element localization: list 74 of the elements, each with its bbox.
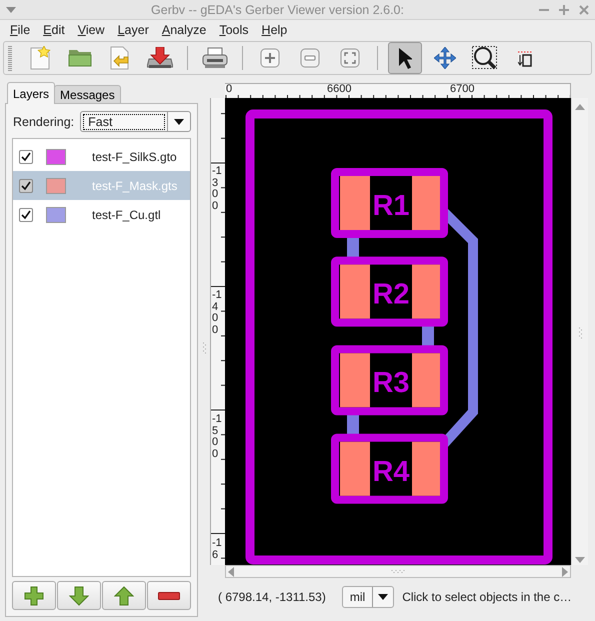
- component-label: R3: [372, 367, 410, 400]
- maximize-icon[interactable]: [559, 4, 569, 14]
- magnifier-icon: [472, 46, 498, 70]
- pointer-icon: [398, 47, 412, 69]
- menu-item[interactable]: View: [72, 23, 112, 37]
- scroll-right-icon[interactable]: [562, 566, 568, 576]
- revert-icon: [109, 46, 131, 70]
- visibility-checkbox[interactable]: [19, 208, 33, 222]
- horizontal-scrollbar[interactable]: [225, 565, 571, 578]
- ruler-label: -1500: [212, 414, 223, 460]
- layer-name: test-F_SilkS.gto: [92, 150, 177, 164]
- toolbar-grip[interactable]: [8, 45, 12, 71]
- tab[interactable]: Layers: [7, 82, 56, 104]
- measure-icon: [518, 49, 532, 67]
- up-arrow-icon: [114, 586, 134, 606]
- layer-name: test-F_Cu.gtl: [92, 208, 161, 222]
- vertical-scrollbar[interactable]: [571, 98, 588, 565]
- add-layer-button[interactable]: [12, 581, 56, 610]
- pane-handle-icon[interactable]: [202, 342, 206, 354]
- scroll-grip-icon: [391, 569, 405, 574]
- dropdown-arrow-icon: [174, 118, 184, 124]
- window-menu-icon[interactable]: [6, 6, 16, 12]
- scroll-down-icon[interactable]: [575, 557, 585, 563]
- window-title: Gerbv -- gEDA's Gerber Viewer version 2.6.0:: [150, 2, 405, 16]
- ruler-label: -1300: [212, 166, 223, 212]
- folder-icon: [68, 49, 92, 67]
- menu-item[interactable]: File: [4, 23, 38, 37]
- layer-row[interactable]: test-F_SilkS.gto: [13, 142, 190, 171]
- color-swatch[interactable]: [46, 148, 66, 164]
- visibility-checkbox[interactable]: [19, 178, 33, 192]
- close-icon[interactable]: [579, 4, 589, 14]
- color-swatch[interactable]: [46, 206, 66, 222]
- ruler-label: 6700: [449, 84, 476, 95]
- menu-item[interactable]: Help: [256, 23, 294, 37]
- board-canvas[interactable]: R1 R2 R3 R4: [225, 98, 571, 565]
- layer-name: test-F_Mask.gts: [92, 178, 178, 192]
- layer-row[interactable]: test-F_Cu.gtl: [13, 200, 190, 229]
- dropdown-arrow-icon: [378, 594, 388, 600]
- scroll-up-icon[interactable]: [575, 104, 585, 110]
- component-label: R1: [372, 190, 410, 222]
- rendering-label: Rendering:: [13, 114, 74, 128]
- save-icon: [147, 47, 173, 69]
- color-swatch[interactable]: [46, 178, 66, 194]
- printer-icon: [202, 47, 228, 69]
- visibility-checkbox[interactable]: [19, 150, 33, 164]
- plus-icon: [24, 586, 44, 606]
- zoom-in-icon: [260, 48, 280, 68]
- pointer-tool-button[interactable]: [388, 42, 422, 74]
- move-down-button[interactable]: [57, 581, 101, 610]
- rendering-dropdown[interactable]: Fast: [80, 111, 191, 132]
- zoom-out-icon: [300, 48, 320, 68]
- ruler-label: -1400: [212, 290, 223, 336]
- unit-dropdown[interactable]: mil: [342, 586, 394, 608]
- remove-layer-button[interactable]: [147, 581, 191, 610]
- scroll-left-icon[interactable]: [228, 566, 234, 576]
- component-label: R4: [372, 456, 410, 488]
- new-file-icon: [29, 46, 51, 70]
- tab[interactable]: Messages: [54, 85, 121, 103]
- move-up-button[interactable]: [102, 581, 146, 610]
- status-message: Click to select objects in the c…: [402, 590, 572, 604]
- minus-icon: [158, 592, 180, 600]
- cursor-coordinates: ( 6798.14, -1311.53): [218, 590, 326, 604]
- menu-item[interactable]: Analyze: [156, 23, 214, 37]
- component-label: R2: [372, 278, 410, 311]
- ruler-label: 6600: [326, 84, 352, 95]
- ruler-label: 0: [225, 84, 234, 95]
- scroll-grip-icon: [578, 326, 582, 340]
- down-arrow-icon: [69, 586, 89, 606]
- ruler-label: -16: [212, 538, 223, 561]
- fit-icon: [340, 48, 360, 68]
- move-arrows-icon: [434, 47, 456, 69]
- menu-item[interactable]: Tools: [213, 23, 256, 37]
- menu-item[interactable]: Edit: [37, 23, 72, 37]
- menu-item[interactable]: Layer: [112, 23, 156, 37]
